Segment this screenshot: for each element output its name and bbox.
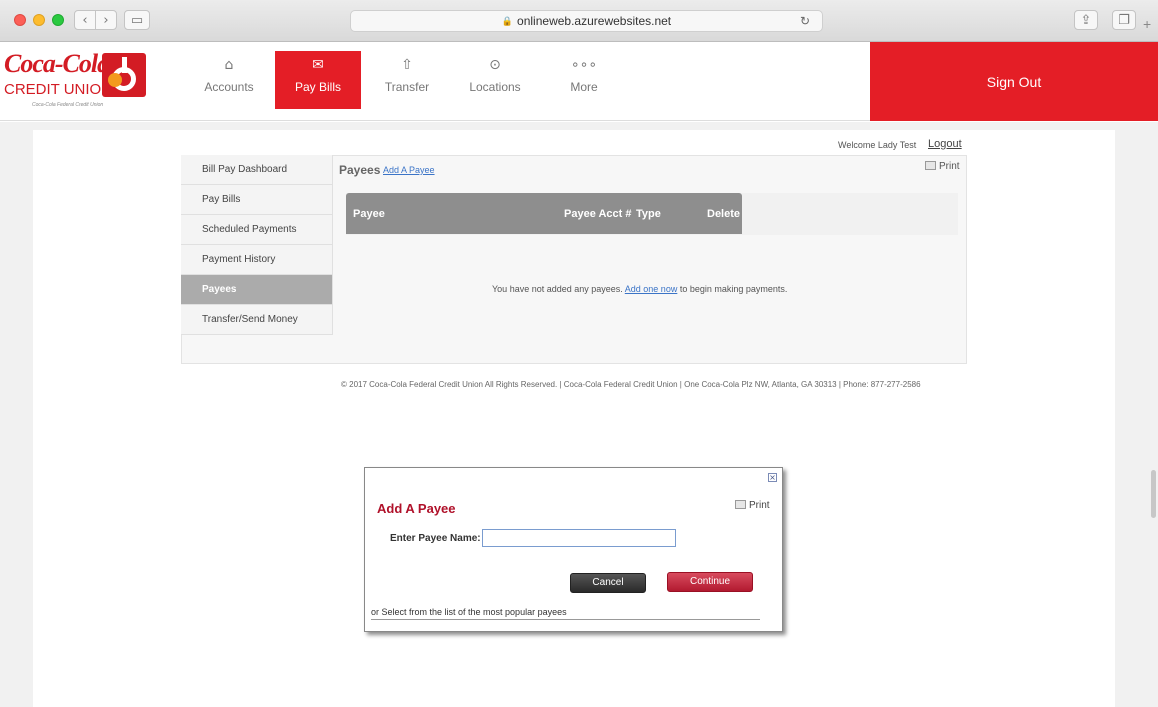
bill-pay-menu: Bill Pay Dashboard Pay Bills Scheduled P… xyxy=(181,155,333,335)
address-bar[interactable]: 🔒 onlineweb.azurewebsites.net ↻ xyxy=(350,10,823,32)
nav-pay-bills-label: Pay Bills xyxy=(294,80,341,94)
logo-mark-icon xyxy=(102,53,146,97)
nav-accounts-label: Accounts xyxy=(204,80,254,94)
payee-name-label: Enter Payee Name: xyxy=(390,533,481,544)
print-label: Print xyxy=(939,161,960,172)
column-header-delete: Delete xyxy=(707,208,741,220)
sidebar-item-transfer-send-money[interactable]: Transfer/Send Money xyxy=(181,305,333,335)
chevron-right-icon: › xyxy=(103,12,109,28)
empty-payees-message: You have not added any payees. Add one n… xyxy=(492,284,787,294)
location-pin-icon: ⊙ xyxy=(489,57,501,73)
nav-locations[interactable]: ⊙ Locations xyxy=(452,51,538,107)
column-header-payee[interactable]: Payee xyxy=(353,208,385,220)
dialog-print-button[interactable]: Print xyxy=(735,500,770,511)
more-dots-icon: ∘∘∘ xyxy=(570,57,598,73)
column-header-payee-acct[interactable]: Payee Acct # xyxy=(564,208,631,220)
sidebar-item-bill-pay-dashboard[interactable]: Bill Pay Dashboard xyxy=(181,155,333,185)
nav-accounts[interactable]: ⌂ Accounts xyxy=(186,51,272,107)
popular-payees-text: or Select from the list of the most popu… xyxy=(371,607,567,617)
nav-more[interactable]: ∘∘∘ More xyxy=(541,51,627,107)
dialog-title: Add A Payee xyxy=(377,501,456,516)
divider xyxy=(371,619,760,620)
nav-locations-label: Locations xyxy=(469,80,521,94)
tabs-icon: ❐ xyxy=(1118,12,1130,28)
continue-button[interactable]: Continue xyxy=(667,572,753,592)
sidebar-icon: ▭ xyxy=(130,12,144,28)
cancel-button[interactable]: Cancel xyxy=(570,573,646,593)
new-tab-button[interactable]: + xyxy=(1143,16,1151,32)
sidebar-item-payment-history[interactable]: Payment History xyxy=(181,245,333,275)
sidebar-item-pay-bills[interactable]: Pay Bills xyxy=(181,185,333,215)
close-window-button[interactable] xyxy=(14,14,26,26)
welcome-text: Welcome Lady Test xyxy=(838,140,917,150)
payees-table-header: Payee Payee Acct # Type Delete xyxy=(346,193,742,234)
sign-out-button[interactable]: Sign Out xyxy=(870,42,1158,121)
reload-icon[interactable]: ↻ xyxy=(800,14,810,28)
lock-icon: 🔒 xyxy=(501,15,514,26)
printer-icon xyxy=(925,161,936,170)
add-payee-link[interactable]: Add A Payee xyxy=(383,165,435,175)
sidebar-item-payees[interactable]: Payees xyxy=(181,275,333,305)
chevron-left-icon: ‹ xyxy=(82,12,88,28)
payee-name-input[interactable] xyxy=(482,529,676,547)
footer-text: © 2017 Coca-Cola Federal Credit Union Al… xyxy=(341,380,921,389)
nav-pay-bills[interactable]: ✉ Pay Bills xyxy=(275,51,361,109)
tabs-button[interactable]: ❐ xyxy=(1112,10,1136,30)
browser-toolbar: ‹ › ▭ 🔒 onlineweb.azurewebsites.net ↻ ⇪ … xyxy=(0,0,1158,42)
logo-tagline: Coca-Cola Federal Credit Union xyxy=(32,102,104,108)
add-payee-dialog: × Add A Payee Print Enter Payee Name: Ca… xyxy=(364,467,783,632)
share-icon: ⇪ xyxy=(1080,12,1092,28)
add-one-now-link[interactable]: Add one now xyxy=(625,284,678,294)
nav-transfer[interactable]: ⇧ Transfer xyxy=(364,51,450,107)
nav-transfer-label: Transfer xyxy=(384,80,430,94)
sidebar-toggle-button[interactable]: ▭ xyxy=(124,10,150,30)
empty-message-end: to begin making payments. xyxy=(677,284,788,294)
close-icon[interactable]: × xyxy=(768,473,777,482)
logo[interactable]: Coca-Cola CREDIT UNION Coca-Cola Federal… xyxy=(4,49,154,113)
column-header-type[interactable]: Type xyxy=(636,208,661,220)
envelope-icon: ✉ xyxy=(312,57,324,73)
logo-credit-union: CREDIT UNION xyxy=(4,81,113,98)
scrollbar-thumb[interactable] xyxy=(1151,470,1156,518)
minimize-window-button[interactable] xyxy=(33,14,45,26)
url-text: onlineweb.azurewebsites.net xyxy=(517,14,672,28)
sidebar-item-scheduled-payments[interactable]: Scheduled Payments xyxy=(181,215,333,245)
dialog-print-label: Print xyxy=(749,500,770,511)
printer-icon xyxy=(735,500,746,509)
forward-button[interactable]: › xyxy=(95,10,117,30)
back-button[interactable]: ‹ xyxy=(74,10,96,30)
print-button[interactable]: Print xyxy=(925,161,960,172)
site-header: Coca-Cola CREDIT UNION Coca-Cola Federal… xyxy=(0,42,1158,121)
logo-wordmark: Coca-Cola xyxy=(4,49,110,78)
upload-icon: ⇧ xyxy=(401,57,413,73)
page-scrollbar[interactable] xyxy=(1148,130,1158,707)
share-button[interactable]: ⇪ xyxy=(1074,10,1098,30)
logout-link[interactable]: Logout xyxy=(928,138,962,150)
empty-message-start: You have not added any payees. xyxy=(492,284,625,294)
home-icon: ⌂ xyxy=(224,57,234,73)
nav-more-label: More xyxy=(570,80,598,94)
page-title: Payees xyxy=(339,163,381,177)
zoom-window-button[interactable] xyxy=(52,14,64,26)
